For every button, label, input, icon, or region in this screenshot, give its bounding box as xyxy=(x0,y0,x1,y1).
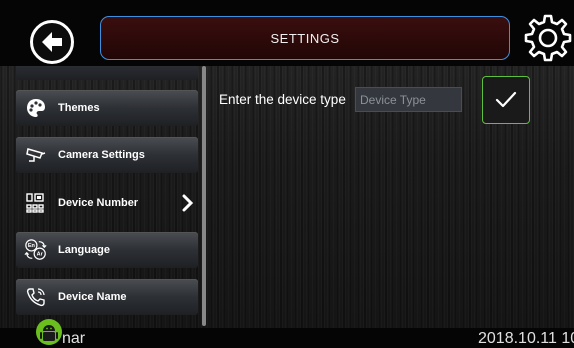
camera-icon xyxy=(24,143,48,167)
palette-icon xyxy=(24,96,48,120)
sidebar-item-language[interactable]: En Ar Language xyxy=(16,232,198,268)
checkmark-icon xyxy=(495,91,517,108)
confirm-button[interactable] xyxy=(482,76,530,124)
sidebar-item-label: Device Name xyxy=(58,291,127,303)
chevron-right-icon xyxy=(182,194,194,212)
device-type-input[interactable] xyxy=(355,87,462,112)
device-number-icon xyxy=(24,191,48,215)
header-bar: SETTINGS xyxy=(0,0,574,66)
sidebar-item-themes[interactable]: Themes xyxy=(16,90,198,126)
back-arrow-icon xyxy=(42,32,62,52)
svg-text:En: En xyxy=(28,243,36,249)
page-title: SETTINGS xyxy=(270,30,340,46)
back-button[interactable] xyxy=(30,20,74,64)
language-icon: En Ar xyxy=(24,238,48,262)
sidebar-scrollbar[interactable] xyxy=(202,66,206,326)
sidebar-item-device-number[interactable]: Device Number xyxy=(16,185,198,221)
phone-icon xyxy=(24,285,48,309)
gear-icon[interactable] xyxy=(522,12,574,64)
sidebar-item-device-name[interactable]: Device Name xyxy=(16,279,198,315)
svg-text:Ar: Ar xyxy=(37,252,44,258)
status-left-text: nar xyxy=(62,330,86,347)
settings-screen: SETTINGS Themes Camera Settings Device N… xyxy=(0,0,574,348)
sidebar-item-label: Themes xyxy=(58,102,100,114)
sidebar-item-label: Camera Settings xyxy=(58,149,145,161)
sidebar-item-label: Device Number xyxy=(58,197,139,209)
sidebar: Themes Camera Settings Device Number En … xyxy=(0,66,200,328)
sidebar-item-label: Language xyxy=(58,244,110,256)
status-datetime: 2018.10.11 10: xyxy=(478,330,574,347)
page-title-box: SETTINGS xyxy=(100,16,510,60)
device-type-label: Enter the device type xyxy=(219,92,346,107)
sidebar-item-partial[interactable] xyxy=(16,66,198,80)
sidebar-item-camera-settings[interactable]: Camera Settings xyxy=(16,137,198,173)
android-icon[interactable] xyxy=(36,317,62,348)
